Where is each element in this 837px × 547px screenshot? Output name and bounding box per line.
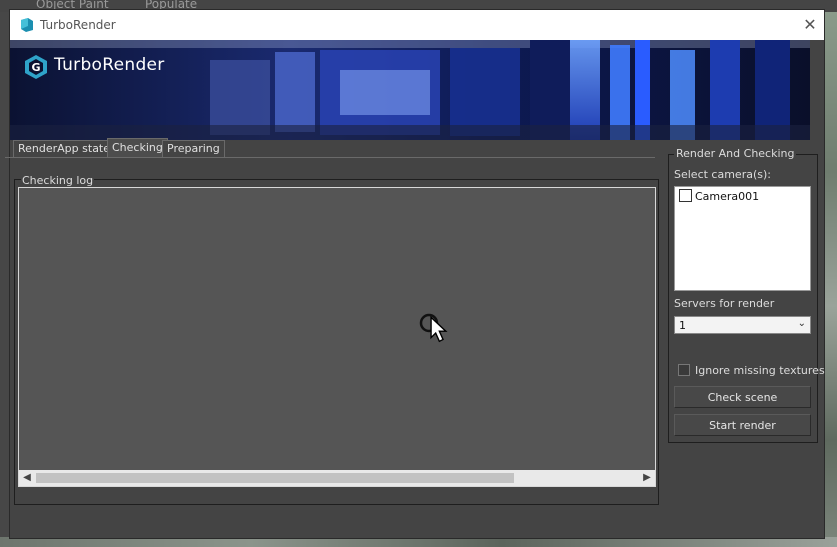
- checking-log-textarea[interactable]: [18, 187, 656, 487]
- tab-divider: [5, 157, 655, 158]
- close-button[interactable]: ✕: [800, 14, 820, 36]
- render-checking-label: Render And Checking: [674, 147, 797, 160]
- background-left-edge: [0, 12, 9, 537]
- svg-text:G: G: [31, 61, 40, 74]
- chevron-down-icon: ⌄: [797, 318, 806, 329]
- scrollbar-thumb[interactable]: [36, 473, 514, 483]
- camera-checkbox[interactable]: [679, 189, 692, 202]
- busy-cursor-icon: [419, 313, 448, 343]
- camera-listbox[interactable]: Camera001: [674, 186, 811, 291]
- servers-label: Servers for render: [674, 297, 775, 310]
- log-horizontal-scrollbar[interactable]: ◀ ▶: [19, 470, 655, 486]
- servers-value: 1: [679, 319, 686, 332]
- check-scene-button[interactable]: Check scene: [674, 386, 811, 408]
- ignore-missing-textures-row[interactable]: Ignore missing textures: [678, 364, 825, 377]
- camera-item[interactable]: Camera001: [679, 189, 759, 203]
- scroll-left-arrow-icon[interactable]: ◀: [19, 470, 35, 486]
- banner-logo-text: TurboRender: [54, 55, 165, 75]
- ignore-textures-checkbox[interactable]: [678, 364, 690, 376]
- banner-image: G TurboRender: [10, 40, 810, 140]
- tab-checking[interactable]: Checking: [107, 138, 168, 157]
- tab-renderapp-state[interactable]: RenderApp state: [13, 140, 116, 157]
- checking-log-label: Checking log: [21, 174, 95, 187]
- select-cameras-label: Select camera(s):: [674, 168, 771, 181]
- app-icon: [21, 18, 33, 32]
- title-bar[interactable]: TurboRender ✕: [10, 10, 824, 40]
- turborender-logo-icon: G: [25, 55, 47, 79]
- camera-name: Camera001: [695, 190, 760, 203]
- servers-dropdown[interactable]: 1 ⌄: [674, 316, 811, 334]
- scroll-right-arrow-icon[interactable]: ▶: [639, 470, 655, 486]
- tab-preparing[interactable]: Preparing: [162, 140, 225, 157]
- window-title: TurboRender: [40, 18, 116, 32]
- start-render-button[interactable]: Start render: [674, 414, 811, 436]
- ignore-textures-label: Ignore missing textures: [695, 364, 825, 377]
